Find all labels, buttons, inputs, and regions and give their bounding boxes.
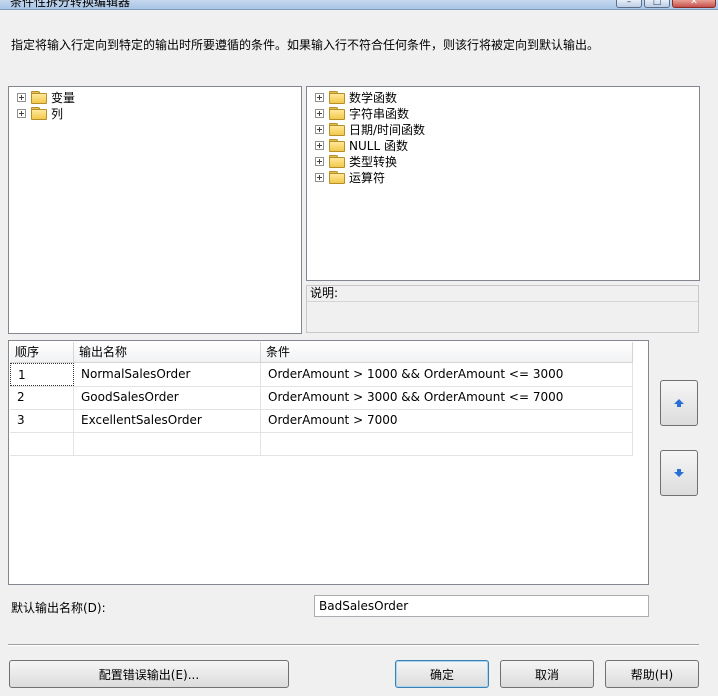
tree-node-null-functions[interactable]: NULL 函数 xyxy=(315,137,408,153)
description-label: 说明: xyxy=(307,286,698,302)
folder-icon xyxy=(31,107,47,120)
tree-node-datetime-functions[interactable]: 日期/时间函数 xyxy=(315,121,425,137)
table-row[interactable]: 2 GoodSalesOrder OrderAmount > 3000 && O… xyxy=(10,386,633,410)
cell-order[interactable] xyxy=(10,432,74,455)
arrow-up-icon xyxy=(674,399,684,407)
separator xyxy=(8,644,699,646)
tree-node-label: 运算符 xyxy=(349,170,386,185)
column-header-order[interactable]: 顺序 xyxy=(10,342,74,362)
close-button[interactable]: ✕ xyxy=(672,0,716,8)
conditions-grid[interactable]: 顺序 输出名称 条件 1 NormalSalesOrder OrderAmoun… xyxy=(8,340,649,585)
folder-icon xyxy=(329,139,345,152)
expand-icon[interactable] xyxy=(315,124,324,134)
tree-node-label: 日期/时间函数 xyxy=(349,122,426,137)
table-row[interactable]: 1 NormalSalesOrder OrderAmount > 1000 &&… xyxy=(10,363,633,387)
cell-order[interactable]: 2 xyxy=(10,386,74,409)
default-output-label: 默认输出名称(D): xyxy=(11,601,106,615)
folder-icon xyxy=(329,155,345,168)
column-header-output-name[interactable]: 输出名称 xyxy=(74,342,261,362)
move-up-button[interactable] xyxy=(660,380,698,426)
help-button[interactable]: 帮助(H) xyxy=(605,660,699,688)
description-panel: 说明: xyxy=(306,285,699,333)
arrow-down-icon xyxy=(674,469,684,477)
configure-error-output-button[interactable]: 配置错误输出(E)... xyxy=(9,660,289,688)
maximize-icon: □ xyxy=(652,0,662,7)
new-row[interactable] xyxy=(10,432,633,456)
table-row[interactable]: 3 ExcellentSalesOrder OrderAmount > 7000 xyxy=(10,409,633,433)
expand-icon[interactable] xyxy=(315,92,324,102)
tree-node-label: 类型转换 xyxy=(349,154,398,169)
tree-node-label: 字符串函数 xyxy=(349,106,410,121)
tree-node-columns[interactable]: 列 xyxy=(17,105,63,121)
default-output-name-field[interactable]: BadSalesOrder xyxy=(314,595,649,617)
close-icon: ✕ xyxy=(690,0,698,7)
expand-icon[interactable] xyxy=(315,140,324,150)
expand-icon[interactable] xyxy=(17,92,26,102)
cell-output-name[interactable]: GoodSalesOrder xyxy=(74,386,261,409)
cancel-button[interactable]: 取消 xyxy=(500,660,594,688)
functions-tree[interactable]: 数学函数 字符串函数 日期/时间函数 NULL 函数 类型转换 运算符 xyxy=(306,86,700,281)
tree-node-label: 数学函数 xyxy=(349,90,398,105)
ok-button[interactable]: 确定 xyxy=(395,660,489,688)
expand-icon[interactable] xyxy=(17,108,26,118)
expand-icon[interactable] xyxy=(315,108,324,118)
tree-node-operators[interactable]: 运算符 xyxy=(315,169,385,185)
expand-icon[interactable] xyxy=(315,156,324,166)
tree-node-math-functions[interactable]: 数学函数 xyxy=(315,89,397,105)
tree-node-label: NULL 函数 xyxy=(349,138,408,153)
cell-condition[interactable]: OrderAmount > 7000 xyxy=(261,409,633,432)
minimize-icon: – xyxy=(626,0,632,7)
column-header-condition[interactable]: 条件 xyxy=(261,342,633,362)
instruction-text: 指定将输入行定向到特定的输出时所要遵循的条件。如果输入行不符合任何条件，则该行将… xyxy=(11,38,600,52)
tree-node-variables[interactable]: 变量 xyxy=(17,89,75,105)
columns-variables-tree[interactable]: 变量 列 xyxy=(8,86,302,334)
cell-condition[interactable] xyxy=(261,432,633,455)
folder-icon xyxy=(31,91,47,104)
cell-condition[interactable]: OrderAmount > 3000 && OrderAmount <= 700… xyxy=(261,386,633,409)
tree-node-label: 变量 xyxy=(51,90,76,105)
folder-icon xyxy=(329,107,345,120)
tree-node-type-casts[interactable]: 类型转换 xyxy=(315,153,397,169)
cell-order[interactable]: 1 xyxy=(10,363,74,386)
title-bar: 条件性拆分转换编辑器 – □ ✕ xyxy=(0,0,718,10)
folder-icon xyxy=(329,123,345,136)
cell-output-name[interactable]: ExcellentSalesOrder xyxy=(74,409,261,432)
grid-header: 顺序 输出名称 条件 xyxy=(10,342,633,363)
expand-icon[interactable] xyxy=(315,172,324,182)
folder-icon xyxy=(329,171,345,184)
maximize-button[interactable]: □ xyxy=(644,0,670,8)
cell-output-name[interactable]: NormalSalesOrder xyxy=(74,363,261,386)
minimize-button[interactable]: – xyxy=(616,0,642,8)
window-title: 条件性拆分转换编辑器 xyxy=(10,0,131,9)
move-down-button[interactable] xyxy=(660,450,698,496)
tree-node-label: 列 xyxy=(51,106,64,121)
cell-order[interactable]: 3 xyxy=(10,409,74,432)
cell-output-name[interactable] xyxy=(74,432,261,455)
folder-icon xyxy=(329,91,345,104)
cell-condition[interactable]: OrderAmount > 1000 && OrderAmount <= 300… xyxy=(261,363,633,386)
tree-node-string-functions[interactable]: 字符串函数 xyxy=(315,105,409,121)
